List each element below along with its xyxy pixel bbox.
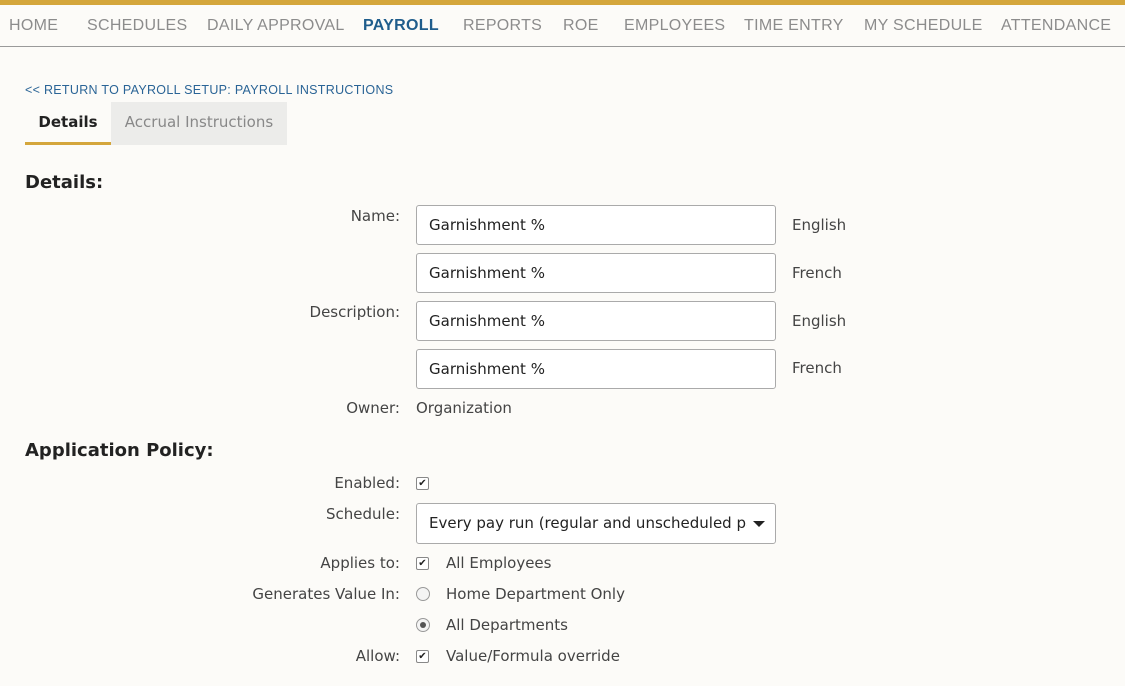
applies-to-value: All Employees	[446, 554, 552, 572]
home-department-only-label: Home Department Only	[446, 585, 625, 603]
home-department-only-radio[interactable]	[416, 587, 430, 601]
allow-override-label: Value/Formula override	[446, 647, 620, 665]
description-label: Description:	[309, 303, 400, 321]
all-departments-label: All Departments	[446, 616, 568, 634]
owner-value: Organization	[416, 399, 512, 417]
tab-details[interactable]: Details	[25, 102, 111, 145]
owner-label: Owner:	[346, 399, 400, 417]
nav-time-entry[interactable]: TIME ENTRY	[744, 17, 844, 35]
allow-label: Allow:	[355, 647, 400, 665]
chevron-down-icon	[753, 521, 765, 527]
nav-roe[interactable]: ROE	[563, 17, 599, 35]
description-french-input[interactable]: Garnishment %	[416, 349, 776, 389]
applies-to-checkbox[interactable]: ✔	[416, 557, 429, 570]
name-french-lang: French	[792, 264, 842, 282]
name-english-input[interactable]: Garnishment %	[416, 205, 776, 245]
nav-schedules[interactable]: SCHEDULES	[87, 17, 188, 35]
nav-reports[interactable]: REPORTS	[463, 17, 542, 35]
name-label: Name:	[350, 207, 400, 225]
applies-to-label: Applies to:	[320, 554, 400, 572]
description-english-input[interactable]: Garnishment %	[416, 301, 776, 341]
return-to-payroll-setup-link[interactable]: << RETURN TO PAYROLL SETUP: PAYROLL INST…	[25, 83, 393, 97]
enabled-checkbox[interactable]: ✔	[416, 477, 429, 490]
name-english-lang: English	[792, 216, 847, 234]
enabled-label: Enabled:	[334, 474, 400, 492]
schedule-select[interactable]: Every pay run (regular and unscheduled p…	[416, 503, 776, 544]
nav-home[interactable]: HOME	[9, 17, 58, 35]
schedule-label: Schedule:	[326, 505, 400, 523]
nav-my-schedule[interactable]: MY SCHEDULE	[864, 17, 983, 35]
tab-accrual-instructions[interactable]: Accrual Instructions	[111, 102, 287, 145]
check-icon: ✔	[418, 651, 427, 662]
all-departments-radio[interactable]	[416, 618, 430, 632]
check-icon: ✔	[418, 558, 427, 569]
nav-daily-approval[interactable]: DAILY APPROVAL	[207, 17, 345, 35]
nav-employees[interactable]: EMPLOYEES	[624, 17, 725, 35]
description-french-lang: French	[792, 359, 842, 377]
nav-payroll[interactable]: PAYROLL	[363, 17, 439, 35]
generates-value-in-label: Generates Value In:	[252, 585, 400, 603]
main-nav: HOME SCHEDULES DAILY APPROVAL PAYROLL RE…	[0, 5, 1125, 47]
allow-override-checkbox[interactable]: ✔	[416, 650, 429, 663]
schedule-select-value: Every pay run (regular and unscheduled p…	[429, 514, 747, 532]
nav-attendance[interactable]: ATTENDANCE	[1001, 17, 1111, 35]
details-heading: Details:	[25, 172, 104, 193]
description-english-lang: English	[792, 312, 847, 330]
tab-bar: Details Accrual Instructions	[25, 102, 287, 145]
application-policy-heading: Application Policy:	[25, 440, 214, 461]
check-icon: ✔	[418, 478, 427, 489]
name-french-input[interactable]: Garnishment %	[416, 253, 776, 293]
